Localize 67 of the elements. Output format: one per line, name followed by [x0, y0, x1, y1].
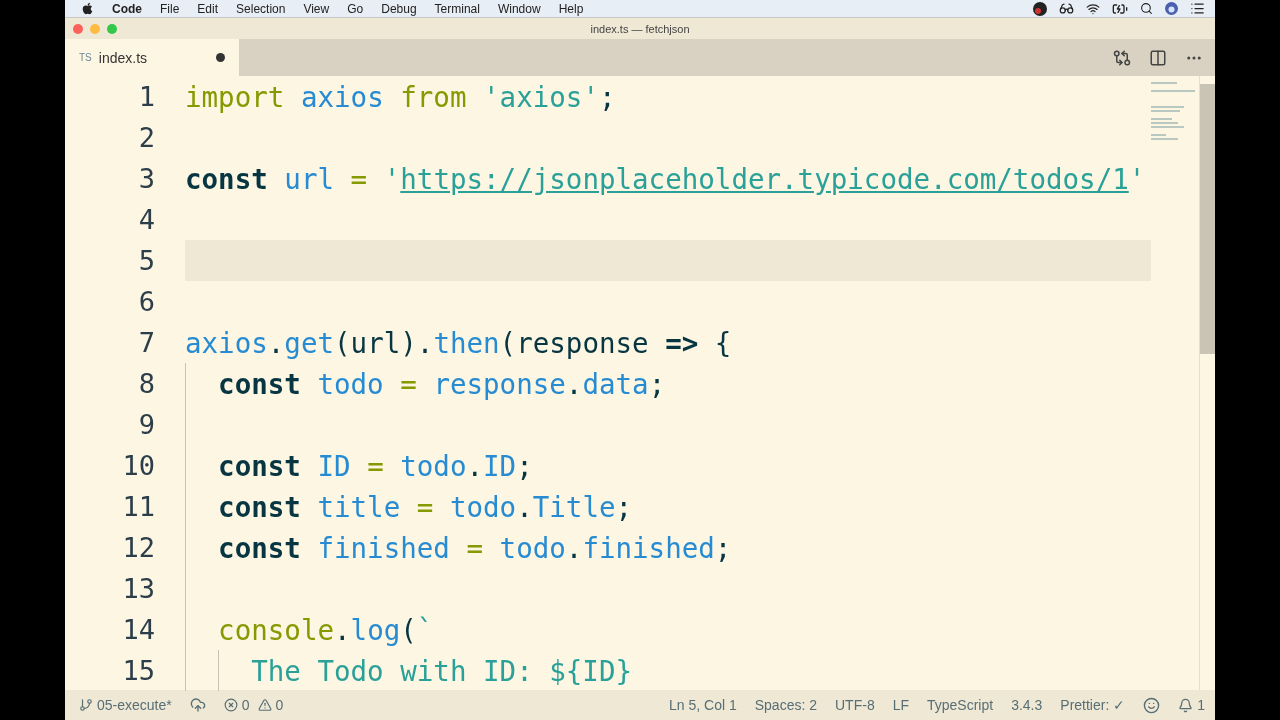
siri-icon[interactable] — [1165, 2, 1178, 15]
line-number: 15 — [121, 655, 155, 686]
glasses-icon[interactable] — [1059, 1, 1074, 16]
code-line: console.log(` — [217, 613, 434, 646]
menu-item[interactable]: Selection — [236, 1, 286, 16]
warning-icon — [257, 698, 272, 712]
code-line: const finished = todo.finished; — [217, 531, 732, 564]
menu-item[interactable]: Go — [347, 1, 364, 16]
line-number: 6 — [137, 286, 155, 317]
typescript-file-icon: TS — [79, 52, 92, 63]
status-item[interactable]: UTF-8 — [835, 697, 875, 713]
error-icon — [223, 698, 238, 712]
line-number: 14 — [121, 614, 155, 645]
status-item[interactable]: TypeScript — [927, 697, 994, 713]
menu-item[interactable]: Debug — [381, 1, 417, 16]
line-number: 2 — [137, 122, 155, 153]
editor-tab[interactable]: TS index.ts — [65, 39, 239, 76]
problems-status[interactable]: 0 0 — [223, 697, 284, 713]
line-number: 13 — [121, 573, 155, 604]
apple-icon[interactable] — [81, 2, 94, 15]
menu-item[interactable]: File — [160, 1, 180, 16]
line-number: 4 — [137, 204, 155, 235]
window-title: index.ts — fetchjson — [589, 22, 691, 35]
line-number: 5 — [137, 245, 155, 276]
menu-item[interactable]: Edit — [197, 1, 219, 16]
line-number: 12 — [121, 532, 155, 563]
code-line: const todo = response.data; — [217, 367, 666, 400]
line-number: 3 — [137, 163, 155, 194]
app-menu[interactable]: Code — [112, 1, 142, 16]
sync-button[interactable] — [189, 697, 206, 713]
scrollbar-thumb[interactable] — [1200, 84, 1215, 354]
status-item[interactable]: Ln 5, Col 1 — [669, 697, 737, 713]
code-line: const url = 'https://jsonplaceholder.typicode.com/todos/1' — [185, 162, 1146, 195]
line-number: 10 — [121, 450, 155, 481]
code-line: const ID = todo.ID; — [217, 449, 533, 482]
list-icon[interactable] — [1190, 1, 1205, 16]
bell-icon — [1178, 697, 1194, 713]
menu-item[interactable]: Window — [497, 1, 541, 16]
code-line: The Todo with ID: ${ID} — [250, 654, 633, 687]
branch-icon — [79, 698, 93, 712]
tab-label: index.ts — [98, 49, 149, 66]
status-item[interactable]: LF — [892, 697, 909, 713]
code-line: const title = todo.Title; — [217, 490, 633, 523]
line-number: 1 — [137, 81, 155, 112]
menu-item[interactable]: View — [303, 1, 330, 16]
menu-item[interactable]: Help — [558, 1, 584, 16]
line-number: 9 — [137, 409, 155, 440]
branch-status[interactable]: 05-execute* — [79, 697, 172, 713]
status-item[interactable]: Spaces: 2 — [754, 697, 817, 713]
status-item[interactable]: 3.4.3 — [1011, 697, 1043, 713]
compare-icon[interactable] — [1113, 48, 1131, 67]
menu-item[interactable]: Terminal — [434, 1, 480, 16]
search-icon[interactable] — [1140, 2, 1153, 15]
code-line: import axios from 'axios'; — [185, 80, 616, 113]
line-number: 8 — [137, 368, 155, 399]
feedback-button[interactable] — [1143, 696, 1161, 714]
smiley-icon — [1143, 696, 1161, 714]
split-editor-icon[interactable] — [1149, 48, 1167, 67]
unsaved-dot-icon[interactable] — [216, 53, 225, 62]
app-tray-icon[interactable] — [1033, 1, 1047, 16]
code-line: axios.get(url).then(response => { — [185, 326, 732, 359]
status-item[interactable]: Prettier: ✓ — [1060, 697, 1126, 713]
wifi-icon[interactable] — [1086, 1, 1100, 16]
line-number: 11 — [121, 491, 155, 522]
cloud-upload-icon — [189, 697, 206, 713]
line-number: 7 — [137, 327, 155, 358]
notifications-button[interactable]: 1 — [1178, 697, 1205, 713]
